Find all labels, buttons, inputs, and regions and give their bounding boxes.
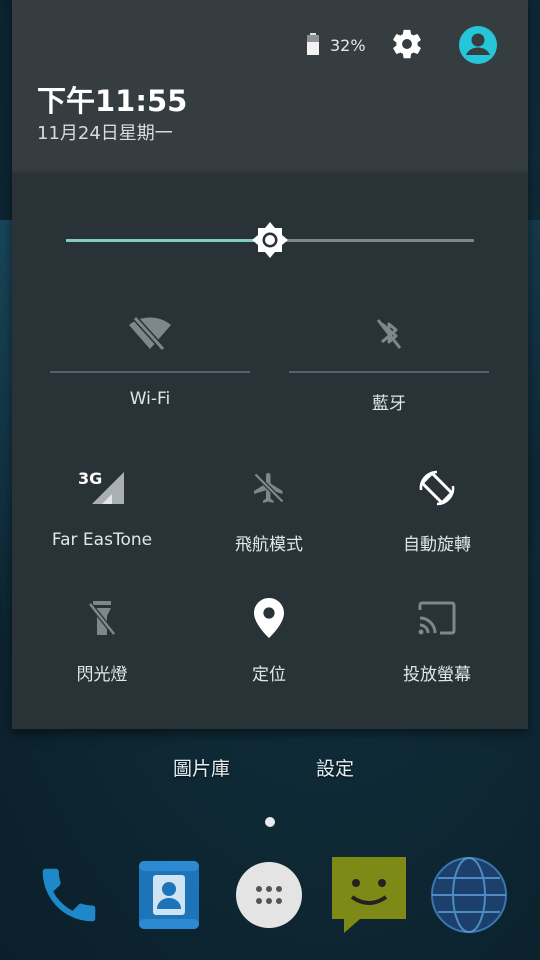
tile-cast-screen[interactable]: 投放螢幕 (351, 588, 523, 688)
brightness-icon[interactable] (251, 221, 289, 259)
bluetooth-off-icon (367, 311, 411, 355)
tile-flashlight[interactable]: 閃光燈 (16, 588, 188, 688)
contacts-icon[interactable] (130, 856, 208, 934)
messaging-icon[interactable] (330, 856, 408, 934)
tile-bluetooth-label: 藍牙 (372, 394, 406, 414)
notification-header: 32% 下午11:55 11月24日星期一 (12, 0, 528, 173)
home-label-settings[interactable]: 設定 (316, 754, 354, 781)
wifi-divider (50, 371, 250, 373)
browser-icon[interactable] (430, 856, 508, 934)
phone-icon[interactable] (30, 856, 108, 934)
battery-percent: 32% (330, 36, 366, 55)
bluetooth-divider (289, 371, 489, 373)
flashlight-off-icon (80, 596, 124, 640)
brightness-fill (66, 239, 270, 242)
tile-rotate-label: 自動旋轉 (403, 535, 471, 555)
tile-wifi-label: Wi-Fi (129, 389, 171, 409)
battery-icon (307, 33, 319, 55)
tile-bluetooth[interactable]: 藍牙 (289, 293, 489, 414)
profile-icon[interactable] (459, 26, 497, 64)
tile-cellular-label: Far EasTone (51, 530, 153, 550)
tile-auto-rotate[interactable]: 自動旋轉 (351, 458, 523, 558)
screen-rotation-icon (415, 466, 459, 510)
gear-icon[interactable] (390, 27, 424, 61)
tile-airplane-label: 飛航模式 (235, 535, 303, 555)
tile-location-label: 定位 (252, 665, 286, 685)
page-indicator-dot (265, 817, 275, 827)
home-label-gallery[interactable]: 圖片庫 (173, 754, 230, 781)
cellular-signal-icon: 3G (78, 466, 126, 510)
tile-location[interactable]: 定位 (183, 588, 355, 688)
wifi-off-icon (128, 311, 172, 355)
tile-cellular[interactable]: 3G Far EasTone (16, 458, 188, 558)
airplane-icon (247, 466, 291, 510)
network-type: 3G (78, 469, 102, 488)
cast-icon (415, 596, 459, 640)
tile-flashlight-label: 閃光燈 (76, 665, 128, 685)
quick-settings-panel: Wi-Fi 藍牙 3G Far EasTone 飛航模式 自動旋轉 閃光燈 定位… (12, 173, 528, 729)
tile-wifi[interactable]: Wi-Fi (50, 293, 250, 413)
clock: 下午11:55 (37, 84, 188, 118)
date: 11月24日星期一 (37, 123, 173, 144)
app-drawer-icon[interactable] (230, 856, 308, 934)
tile-cast-label: 投放螢幕 (403, 665, 471, 685)
location-pin-icon (247, 596, 291, 640)
tile-airplane-mode[interactable]: 飛航模式 (183, 458, 355, 558)
